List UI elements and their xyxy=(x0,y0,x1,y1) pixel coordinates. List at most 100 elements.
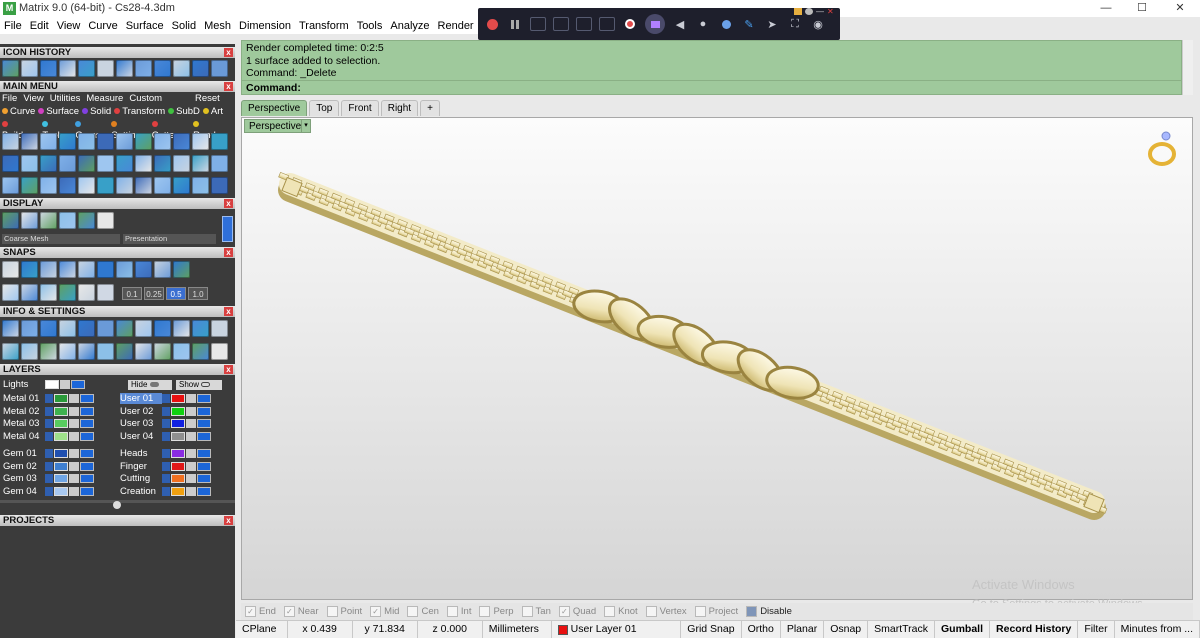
info1-tool-icon[interactable] xyxy=(59,320,76,337)
main-menu-measure[interactable]: Measure xyxy=(86,93,123,104)
lock-icon[interactable] xyxy=(69,486,79,496)
snap-value-0-1[interactable]: 0.1 xyxy=(122,287,142,300)
snaps1-tool-icon[interactable] xyxy=(135,261,152,278)
osnap-checkbox[interactable] xyxy=(407,606,419,617)
layer-color-swatch[interactable] xyxy=(171,474,185,483)
lock-icon[interactable] xyxy=(69,461,79,471)
snap-value-0-5[interactable]: 0.5 xyxy=(166,287,186,300)
info2-tool-icon[interactable] xyxy=(40,343,57,360)
main-menu-art-link[interactable]: Art xyxy=(202,106,223,117)
osnap-checkbox[interactable] xyxy=(604,606,616,617)
osnap-checkbox[interactable]: ✓ xyxy=(370,606,382,617)
toggle-gumball[interactable]: Gumball xyxy=(935,620,991,638)
visibility-toggle[interactable] xyxy=(80,419,94,428)
layers-close-button[interactable]: x xyxy=(224,365,233,374)
osnap-checkbox[interactable] xyxy=(446,606,458,617)
folder-icon[interactable] xyxy=(794,8,802,15)
record-icon[interactable] xyxy=(484,16,500,32)
hide-button[interactable]: Hide xyxy=(128,380,172,390)
lock-icon[interactable] xyxy=(186,394,196,403)
info2-tool-icon[interactable] xyxy=(154,343,171,360)
layers-header[interactable]: LAYERS x xyxy=(0,364,235,375)
mm1-tool-icon[interactable] xyxy=(21,133,38,150)
mm3-tool-icon[interactable] xyxy=(59,177,76,194)
screen-icon[interactable] xyxy=(530,17,546,31)
layer-color-swatch[interactable] xyxy=(54,406,68,416)
history-tool-icon[interactable] xyxy=(59,60,76,77)
menu-solid[interactable]: Solid xyxy=(168,20,200,32)
recorder-minimize-button[interactable]: — xyxy=(816,8,824,16)
history-tool-icon[interactable] xyxy=(116,60,133,77)
snaps-header[interactable]: SNAPS x xyxy=(0,247,235,258)
info2-tool-icon[interactable] xyxy=(78,343,95,360)
layer-row-user-04[interactable]: User 04 xyxy=(120,431,211,442)
history-tool-icon[interactable] xyxy=(192,60,209,77)
info1-tool-icon[interactable] xyxy=(154,320,171,337)
fullscreen-icon[interactable]: ⛶ xyxy=(787,16,803,32)
layer-expand-arrow[interactable] xyxy=(45,419,53,428)
mm2-tool-icon[interactable] xyxy=(78,155,95,172)
layer-color-swatch[interactable] xyxy=(54,419,68,428)
snaps2-tool-icon[interactable] xyxy=(97,284,114,301)
recorder-close-button[interactable]: ✕ xyxy=(827,8,834,16)
mesh-select[interactable]: Coarse Mesh xyxy=(2,234,120,244)
snaps1-tool-icon[interactable] xyxy=(40,261,57,278)
osnap-perp[interactable]: Perp xyxy=(479,606,514,617)
tab-right[interactable]: Right xyxy=(380,100,419,116)
osnap-vertex[interactable]: Vertex xyxy=(645,606,687,617)
main-menu-header[interactable]: MAIN MENU x xyxy=(0,81,235,92)
visibility-toggle[interactable] xyxy=(80,474,94,483)
close-button[interactable]: ✕ xyxy=(1162,0,1198,17)
visibility-toggle[interactable] xyxy=(197,461,211,471)
info2-tool-icon[interactable] xyxy=(97,343,114,360)
layer-row-finger[interactable]: Finger xyxy=(120,461,211,472)
layer-expand-arrow[interactable] xyxy=(162,461,170,471)
visibility-toggle[interactable] xyxy=(80,449,94,458)
info1-tool-icon[interactable] xyxy=(192,320,209,337)
menu-analyze[interactable]: Analyze xyxy=(386,20,433,32)
info2-tool-icon[interactable] xyxy=(192,343,209,360)
history-tool-icon[interactable] xyxy=(135,60,152,77)
visibility-toggle[interactable] xyxy=(197,431,211,441)
pointer-icon[interactable]: ➤ xyxy=(764,16,780,32)
mm3-tool-icon[interactable] xyxy=(135,177,152,194)
info2-tool-icon[interactable] xyxy=(135,343,152,360)
layer-color-swatch[interactable] xyxy=(171,394,185,403)
display-toggle-button[interactable] xyxy=(222,216,233,242)
visibility-toggle[interactable] xyxy=(80,406,94,416)
info2-tool-icon[interactable] xyxy=(116,343,133,360)
toggle-planar[interactable]: Planar xyxy=(781,620,825,638)
main-menu-file[interactable]: File xyxy=(2,93,17,104)
osnap-disable[interactable]: Disable xyxy=(746,606,792,617)
pause-icon[interactable] xyxy=(507,16,523,32)
snaps-close-button[interactable]: x xyxy=(224,248,233,257)
snaps1-tool-icon[interactable] xyxy=(116,261,133,278)
presentation-select[interactable]: Presentation xyxy=(123,234,216,244)
maximize-button[interactable]: ☐ xyxy=(1124,0,1160,17)
lock-icon[interactable] xyxy=(69,431,79,441)
mm1-tool-icon[interactable] xyxy=(40,133,57,150)
mm1-tool-icon[interactable] xyxy=(78,133,95,150)
mm2-tool-icon[interactable] xyxy=(116,155,133,172)
lock-icon[interactable] xyxy=(186,461,196,471)
region-alt-icon[interactable] xyxy=(599,17,615,31)
reset-button[interactable]: Reset xyxy=(195,93,220,104)
main-menu-subd-link[interactable]: SubD xyxy=(168,106,200,117)
menu-tools[interactable]: Tools xyxy=(353,20,387,32)
menu-file[interactable]: File xyxy=(0,20,26,32)
info1-tool-icon[interactable] xyxy=(97,320,114,337)
menu-surface[interactable]: Surface xyxy=(122,20,168,32)
perspective-viewport[interactable]: Perspective ▾ Activate Windows Go to Set… xyxy=(241,117,1193,610)
layer-expand-arrow[interactable] xyxy=(45,461,53,471)
snaps1-tool-icon[interactable] xyxy=(59,261,76,278)
layer-expand-arrow[interactable] xyxy=(45,474,53,483)
visibility-toggle[interactable] xyxy=(197,419,211,428)
toggle-filter[interactable]: Filter xyxy=(1078,620,1115,638)
main-menu-utilities[interactable]: Utilities xyxy=(50,93,81,104)
layer-expand-arrow[interactable] xyxy=(45,406,53,416)
main-menu-view[interactable]: View xyxy=(23,93,43,104)
mm1-tool-icon[interactable] xyxy=(211,133,228,150)
mm2-tool-icon[interactable] xyxy=(59,155,76,172)
mm1-tool-icon[interactable] xyxy=(59,133,76,150)
layer-expand-arrow[interactable] xyxy=(162,431,170,441)
